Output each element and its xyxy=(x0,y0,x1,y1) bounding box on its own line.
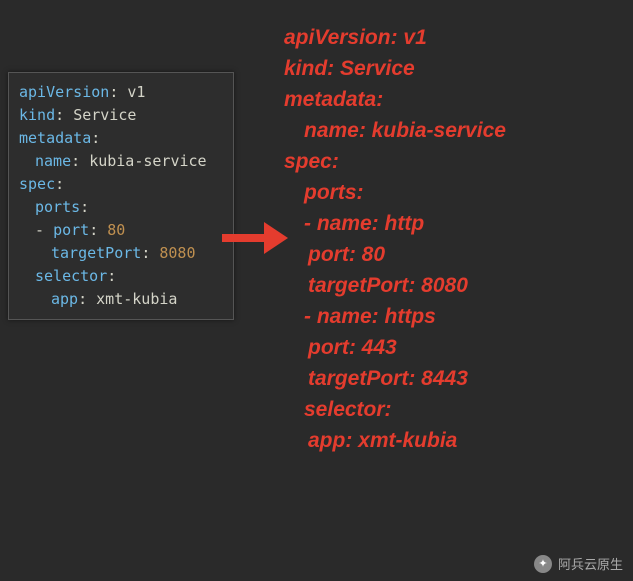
code-line: spec: xyxy=(19,173,223,196)
code-line: selector: xyxy=(19,265,223,288)
code-line: selector: xyxy=(284,394,506,425)
code-line: app: xmt-kubia xyxy=(284,425,506,456)
yaml-value: kubia-service xyxy=(89,152,206,170)
yaml-value: 8080 xyxy=(159,244,195,262)
yaml-key: spec xyxy=(19,175,55,193)
wechat-icon: ✦ xyxy=(534,555,552,573)
yaml-key: metadata xyxy=(19,129,91,147)
yaml-key: name xyxy=(35,152,71,170)
left-yaml-block: apiVersion: v1 kind: Service metadata: n… xyxy=(8,72,234,320)
code-line: targetPort: 8080 xyxy=(284,270,506,301)
yaml-key: port xyxy=(53,221,89,239)
watermark-text: 阿兵云原生 xyxy=(558,554,623,573)
code-line: name: kubia-service xyxy=(19,150,223,173)
code-line: apiVersion: v1 xyxy=(19,81,223,104)
code-line: - port: 80 xyxy=(19,219,223,242)
yaml-key: selector xyxy=(35,267,107,285)
arrow-icon xyxy=(222,218,288,258)
code-line: app: xmt-kubia xyxy=(19,288,223,311)
yaml-value: 80 xyxy=(107,221,125,239)
yaml-key: apiVersion xyxy=(19,83,109,101)
code-line: apiVersion: v1 xyxy=(284,22,506,53)
code-line: ports: xyxy=(284,177,506,208)
right-yaml-block: apiVersion: v1 kind: Service metadata: n… xyxy=(284,22,506,456)
yaml-key: ports xyxy=(35,198,80,216)
code-line: port: 80 xyxy=(284,239,506,270)
code-line: metadata: xyxy=(284,84,506,115)
yaml-key: app xyxy=(51,290,78,308)
code-line: kind: Service xyxy=(19,104,223,127)
code-line: targetPort: 8443 xyxy=(284,363,506,394)
code-line: targetPort: 8080 xyxy=(19,242,223,265)
yaml-value: v1 xyxy=(127,83,145,101)
watermark: ✦ 阿兵云原生 xyxy=(534,554,623,573)
code-line: spec: xyxy=(284,146,506,177)
code-line: name: kubia-service xyxy=(284,115,506,146)
code-line: metadata: xyxy=(19,127,223,150)
code-line: - name: http xyxy=(284,208,506,239)
code-line: kind: Service xyxy=(284,53,506,84)
code-line: port: 443 xyxy=(284,332,506,363)
code-line: ports: xyxy=(19,196,223,219)
yaml-value: xmt-kubia xyxy=(96,290,177,308)
yaml-value: Service xyxy=(73,106,136,124)
yaml-key: kind xyxy=(19,106,55,124)
yaml-key: targetPort xyxy=(51,244,141,262)
code-line: - name: https xyxy=(284,301,506,332)
